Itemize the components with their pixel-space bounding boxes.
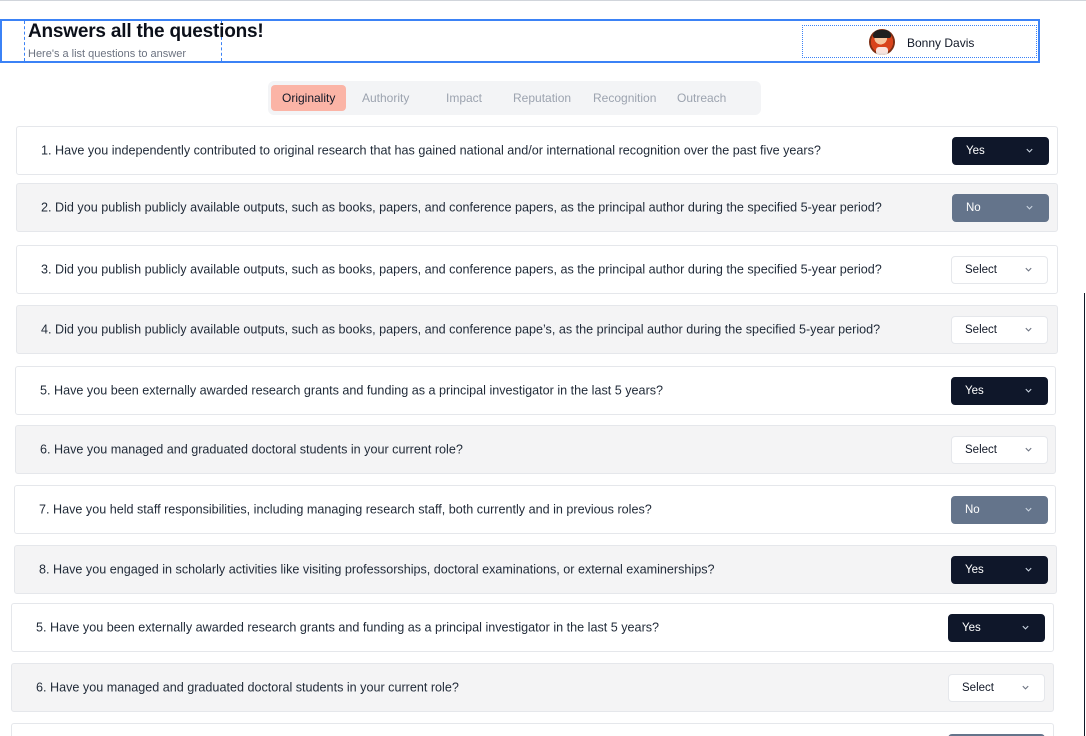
answer-value: Yes — [966, 144, 985, 157]
top-divider — [0, 0, 1086, 1]
tab-outreach[interactable]: Outreach — [677, 85, 726, 111]
category-tabs: Originality Authority Impact Reputation … — [268, 81, 761, 115]
tab-impact[interactable]: Impact — [446, 85, 482, 111]
answer-value: Yes — [965, 563, 984, 576]
question-text: 8. Have you engaged in scholarly activit… — [39, 562, 715, 576]
chevron-down-icon — [1024, 445, 1033, 454]
answer-select[interactable]: Select — [951, 255, 1048, 284]
answer-select[interactable]: Yes — [952, 136, 1049, 165]
question-text: 1. Have you independently contributed to… — [41, 143, 821, 157]
answer-select[interactable]: Yes — [951, 376, 1048, 405]
answer-value: Yes — [962, 621, 981, 634]
tab-recognition[interactable]: Recognition — [593, 85, 656, 111]
page-subtitle: Here's a list questions to answer — [28, 48, 187, 60]
chevron-down-icon — [1024, 386, 1033, 395]
answer-value: Select — [962, 681, 994, 694]
user-name: Bonny Davis — [907, 36, 975, 50]
scroll-edge-line — [1084, 293, 1085, 736]
answer-value: No — [965, 503, 980, 516]
answer-value: Select — [965, 443, 997, 456]
avatar — [869, 29, 895, 55]
question-row: 8. Have you engaged in scholarly activit… — [14, 545, 1057, 594]
tab-authority[interactable]: Authority — [362, 85, 409, 111]
chevron-down-icon — [1025, 203, 1034, 212]
question-row: 7. Have you held staff responsibilities,… — [14, 485, 1056, 534]
answer-value: No — [966, 201, 981, 214]
answer-select[interactable]: Select — [948, 673, 1045, 702]
question-text: 6. Have you managed and graduated doctor… — [36, 680, 459, 694]
page-header: Answers all the questions! Here's a list… — [0, 19, 1040, 63]
answer-value: Select — [965, 263, 997, 276]
chevron-down-icon — [1024, 565, 1033, 574]
tab-originality[interactable]: Originality — [271, 85, 347, 111]
question-text: 4. Did you publish publicly available ou… — [41, 322, 881, 336]
answer-select[interactable]: Select — [951, 435, 1048, 464]
question-row: 6. Have you managed and graduated doctor… — [15, 425, 1056, 474]
question-row: 5. Have you been externally awarded rese… — [11, 603, 1054, 652]
answer-value: Yes — [965, 384, 984, 397]
question-row: 5. Have you been externally awarded rese… — [15, 366, 1056, 415]
question-text: 6. Have you managed and graduated doctor… — [40, 442, 463, 456]
question-text: 3. Did you publish publicly available ou… — [41, 262, 882, 276]
question-row: 1. Have you independently contributed to… — [16, 126, 1058, 175]
page-title: Answers all the questions! — [28, 21, 264, 42]
answer-select[interactable]: Yes — [951, 555, 1048, 584]
answer-select[interactable]: No — [952, 193, 1049, 222]
question-row: 3. Did you publish publicly available ou… — [16, 245, 1058, 294]
chevron-down-icon — [1021, 683, 1030, 692]
answer-select[interactable]: No — [951, 495, 1048, 524]
question-row: 2. Did you publish publicly available ou… — [16, 183, 1058, 232]
answer-select[interactable]: Yes — [948, 613, 1045, 642]
question-text: 2. Did you publish publicly available ou… — [41, 200, 882, 214]
question-row — [11, 723, 1054, 736]
title-block: Answers all the questions! Here's a list… — [24, 21, 264, 61]
chevron-down-icon — [1024, 505, 1033, 514]
tab-reputation[interactable]: Reputation — [513, 85, 571, 111]
question-text: 5. Have you been externally awarded rese… — [40, 383, 664, 397]
chevron-down-icon — [1024, 325, 1033, 334]
chevron-down-icon — [1024, 265, 1033, 274]
answer-select[interactable]: Select — [951, 315, 1048, 344]
user-profile[interactable]: Bonny Davis — [802, 25, 1037, 58]
answer-value: Select — [965, 323, 997, 336]
question-text: 7. Have you held staff responsibilities,… — [39, 502, 652, 516]
question-text: 5. Have you been externally awarded rese… — [36, 620, 660, 634]
question-row: 4. Did you publish publicly available ou… — [16, 305, 1058, 354]
question-row: 6. Have you managed and graduated doctor… — [11, 663, 1054, 712]
chevron-down-icon — [1025, 146, 1034, 155]
chevron-down-icon — [1021, 623, 1030, 632]
